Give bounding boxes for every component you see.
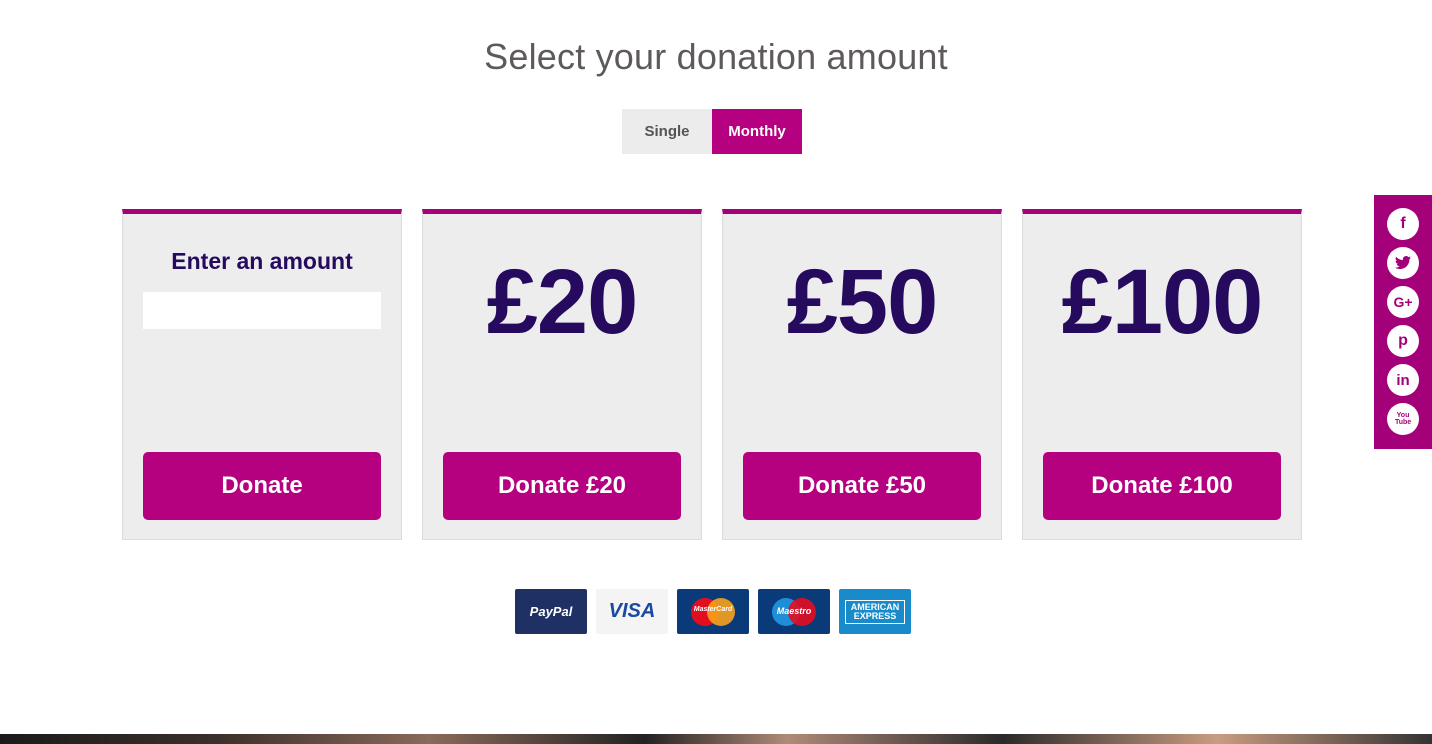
monthly-tab[interactable]: Monthly: [712, 109, 802, 154]
pinterest-glyph: p: [1398, 332, 1408, 349]
facebook-icon[interactable]: f: [1387, 208, 1419, 240]
twitter-bird-icon: [1395, 256, 1411, 270]
enter-amount-label: Enter an amount: [171, 248, 353, 274]
googleplus-icon[interactable]: G+: [1387, 286, 1419, 318]
page-title: Select your donation amount: [484, 36, 948, 77]
amount-display: £100: [1061, 251, 1264, 353]
visa-label: VISA: [608, 600, 656, 622]
custom-amount-card: Enter an amount Donate: [122, 209, 402, 540]
donation-cards: Enter an amount Donate £20 Donate £20 £5…: [122, 209, 1302, 540]
maestro-circles-icon: Maestro: [772, 597, 816, 626]
donate-50-button[interactable]: Donate £50: [743, 452, 981, 520]
googleplus-glyph: G+: [1393, 294, 1413, 310]
amount-input[interactable]: [143, 292, 381, 329]
mastercard-circles-icon: MasterCard: [691, 597, 735, 626]
twitter-icon[interactable]: [1387, 247, 1419, 279]
donation-page: Select your donation amount Single Month…: [0, 0, 1432, 744]
donate-button[interactable]: Donate: [143, 452, 381, 520]
maestro-logo: Maestro: [758, 589, 830, 634]
single-tab[interactable]: Single: [622, 109, 712, 154]
donation-card-100[interactable]: £100 Donate £100: [1022, 209, 1302, 540]
donation-card-50[interactable]: £50 Donate £50: [722, 209, 1002, 540]
youtube-glyph: You Tube: [1395, 412, 1412, 426]
social-sidebar: f G+ p in You Tube: [1374, 195, 1432, 449]
payment-methods: PayPal VISA MasterCard Maestro AMERICAN …: [515, 589, 911, 634]
amount-display: £20: [486, 251, 639, 353]
mastercard-label: MasterCard: [693, 605, 733, 613]
amex-logo: AMERICAN EXPRESS: [839, 589, 911, 634]
amount-display: £50: [786, 251, 939, 353]
pinterest-icon[interactable]: p: [1387, 325, 1419, 357]
mastercard-logo: MasterCard: [677, 589, 749, 634]
youtube-icon[interactable]: You Tube: [1387, 403, 1419, 435]
paypal-label: PayPal: [529, 604, 573, 619]
maestro-label: Maestro: [776, 605, 812, 616]
donate-20-button[interactable]: Donate £20: [443, 452, 681, 520]
donate-100-button[interactable]: Donate £100: [1043, 452, 1281, 520]
linkedin-icon[interactable]: in: [1387, 364, 1419, 396]
hero-image-strip: [0, 734, 1432, 744]
amex-label: AMERICAN EXPRESS: [845, 599, 905, 624]
linkedin-glyph: in: [1396, 371, 1410, 389]
facebook-glyph: f: [1400, 215, 1406, 232]
paypal-logo: PayPal: [515, 589, 587, 634]
visa-logo: VISA: [596, 589, 668, 634]
donation-card-20[interactable]: £20 Donate £20: [422, 209, 702, 540]
frequency-toggle: Single Monthly: [622, 109, 802, 154]
